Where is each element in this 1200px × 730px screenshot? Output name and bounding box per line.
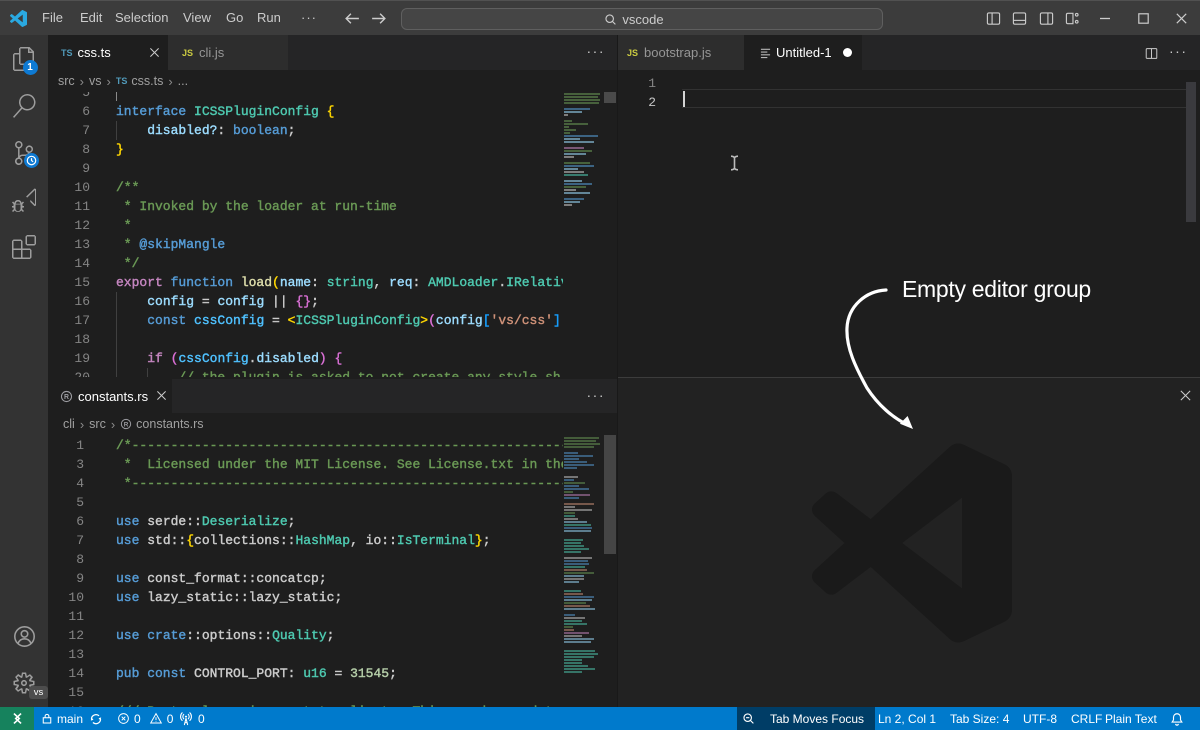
svg-text:R: R [124,421,129,428]
svg-text:R: R [64,393,69,400]
